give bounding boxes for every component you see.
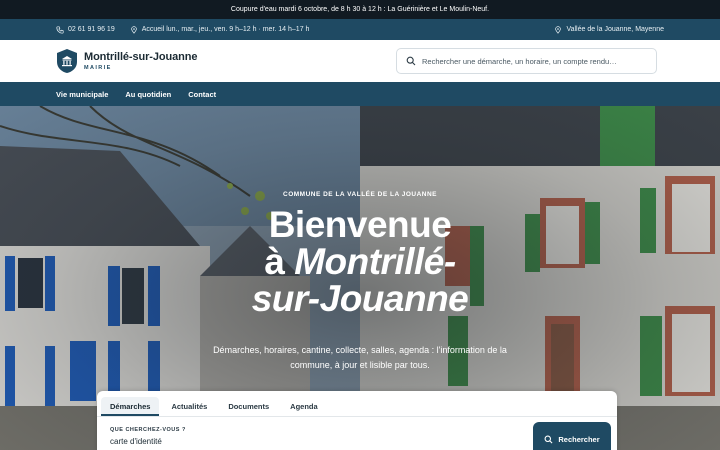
quick-search-panel: Démarches Actualités Documents Agenda QU… — [97, 391, 617, 450]
site-logo[interactable]: Montrillé-sur-Jouanne MAIRIE — [56, 48, 198, 74]
query-input[interactable] — [110, 437, 310, 446]
hero-title: Bienvenue à Montrillé- sur-Jouanne — [0, 206, 720, 317]
search-button-label: Rechercher — [558, 434, 600, 444]
nav-item-au-quotidien[interactable]: Au quotidien — [125, 90, 171, 99]
query-label: QUE CHERCHEZ-VOUS ? — [110, 427, 186, 433]
phone-link[interactable]: 02 61 91 96 19 — [56, 25, 115, 34]
site-subtitle: MAIRIE — [84, 65, 112, 71]
hero-title-town: Montrillé- — [294, 241, 456, 282]
tab-documents[interactable]: Documents — [219, 397, 278, 416]
alert-text: Coupure d'eau mardi 6 octobre, de 8 h 30… — [230, 6, 490, 13]
hero-title-line1: Bienvenue — [268, 204, 452, 245]
tab-actualites[interactable]: Actualités — [162, 397, 216, 416]
location-info: Vallée de la Jouanne, Mayenne — [554, 25, 664, 34]
info-bar: 02 61 91 96 19 Accueil lun., mar., jeu.,… — [0, 19, 720, 40]
tab-agenda[interactable]: Agenda — [281, 397, 327, 416]
phone-number: 02 61 91 96 19 — [68, 26, 115, 33]
site-name: Montrillé-sur-Jouanne — [84, 51, 198, 63]
phone-icon — [56, 25, 64, 34]
hero-title-line3: sur-Jouanne — [251, 278, 469, 319]
nav-item-contact[interactable]: Contact — [188, 90, 216, 99]
search-input[interactable] — [422, 56, 642, 66]
header-search[interactable] — [396, 48, 657, 74]
panel-tabs: Démarches Actualités Documents Agenda — [97, 391, 617, 417]
hours-text: Accueil lun., mar., jeu., ven. 9 h–12 h … — [141, 26, 310, 33]
search-icon — [544, 435, 553, 443]
site-header: Montrillé-sur-Jouanne MAIRIE — [0, 40, 720, 82]
alert-banner: Coupure d'eau mardi 6 octobre, de 8 h 30… — [0, 0, 720, 19]
main-nav: Vie municipale Au quotidien Contact — [0, 82, 720, 106]
hero-subtitle: Démarches, horaires, cantine, collecte, … — [213, 345, 507, 370]
location-pin-icon — [130, 25, 137, 34]
hero-kicker: COMMUNE DE LA VALLÉE DE LA JOUANNE — [283, 191, 437, 198]
nav-item-vie-municipale[interactable]: Vie municipale — [56, 90, 108, 99]
town-hall-icon — [57, 49, 77, 73]
search-button[interactable]: Rechercher — [533, 422, 611, 450]
hours-info: Accueil lun., mar., jeu., ven. 9 h–12 h … — [130, 25, 310, 34]
location-pin-icon — [555, 25, 562, 34]
hero-title-prefix: à — [264, 241, 295, 282]
search-icon — [406, 56, 416, 66]
tab-demarches[interactable]: Démarches — [101, 397, 160, 416]
location-text: Vallée de la Jouanne, Mayenne — [566, 26, 664, 33]
